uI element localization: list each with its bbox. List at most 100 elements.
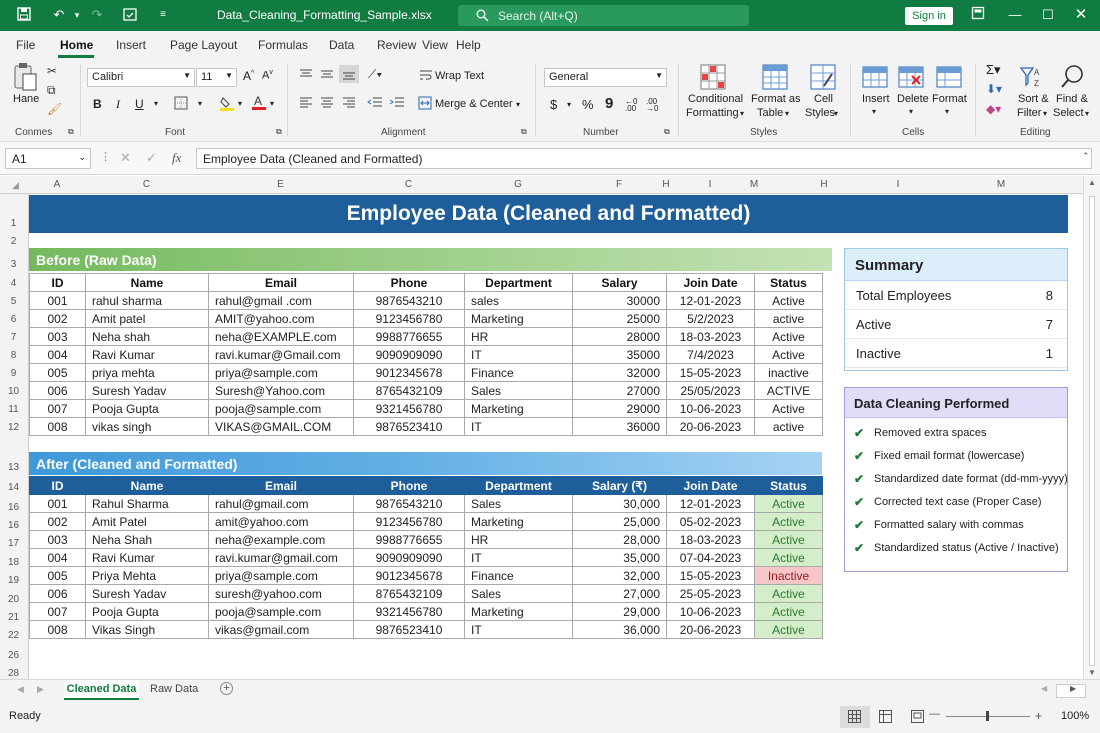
table-cell[interactable]: HR (464, 327, 573, 346)
increase-decimal-icon[interactable]: ←0.00 (625, 98, 637, 113)
formula-input[interactable]: Employee Data (Cleaned and Formatted) (196, 148, 1092, 169)
column-header[interactable]: I (872, 179, 924, 190)
vertical-scrollbar[interactable]: ▲ ▼ (1083, 176, 1100, 679)
table-cell[interactable]: pooja@sample.com (208, 399, 354, 418)
insert-cells-icon[interactable] (862, 64, 888, 90)
table-cell[interactable]: 27,000 (572, 584, 667, 603)
insert-function-icon[interactable]: fx (172, 150, 181, 166)
row-header[interactable]: 8 (0, 350, 27, 361)
save-icon[interactable] (16, 6, 34, 24)
alignment-launcher-icon[interactable]: ⧉ (521, 127, 527, 137)
find-select-icon[interactable] (1060, 64, 1084, 90)
row-header[interactable]: 2 (0, 236, 27, 247)
chevron-down-icon[interactable]: ▾ (154, 99, 158, 108)
table-cell[interactable]: IT (464, 620, 573, 639)
table-cell[interactable]: 25-05-2023 (666, 584, 755, 603)
table-cell[interactable]: Finance (464, 363, 573, 382)
table-cell[interactable]: 25,000 (572, 512, 667, 531)
table-cell[interactable]: Active (754, 399, 823, 418)
chevron-down-icon[interactable]: ▾ (198, 99, 202, 108)
table-cell[interactable]: 9876523410 (353, 620, 465, 639)
row-header[interactable]: 28 (0, 668, 27, 679)
table-cell[interactable]: neha@example.com (208, 530, 354, 549)
chevron-down-icon[interactable]: ▾ (238, 99, 242, 108)
table-cell[interactable]: 28000 (572, 327, 667, 346)
format-as-table-icon[interactable] (762, 64, 788, 90)
table-cell[interactable]: 8765432109 (353, 584, 465, 603)
table-cell[interactable]: 32,000 (572, 566, 667, 585)
column-header-cell[interactable]: Join Date (666, 273, 755, 292)
sign-in-button[interactable]: Sign in (905, 7, 953, 25)
status-cell[interactable]: Active (754, 494, 823, 513)
table-cell[interactable]: suresh@yahoo.com (208, 584, 354, 603)
table-cell[interactable]: 9012345678 (353, 566, 465, 585)
table-cell[interactable]: 006 (29, 381, 86, 400)
table-cell[interactable]: Rahul Sharma (85, 494, 209, 513)
row-header[interactable]: 3 (0, 259, 27, 270)
cell-styles-icon[interactable] (810, 64, 836, 90)
undo-icon[interactable]: ↶ (50, 6, 68, 24)
table-cell[interactable]: 004 (29, 345, 86, 364)
cancel-icon[interactable]: ✕ (120, 150, 131, 166)
maximize-icon[interactable]: ☐ (1039, 6, 1057, 24)
column-header[interactable]: C (85, 179, 208, 190)
table-cell[interactable]: 28,000 (572, 530, 667, 549)
table-cell[interactable]: rahul@gmail.com (208, 494, 354, 513)
zoom-level[interactable]: 100% (1061, 710, 1089, 722)
increase-font-icon[interactable]: A^ (243, 69, 254, 83)
decrease-decimal-icon[interactable]: .00 →0 (646, 98, 658, 113)
undo-dropdown-icon[interactable]: ▾ (68, 6, 86, 24)
column-header-cell[interactable]: Phone (353, 476, 465, 495)
table-cell[interactable]: 007 (29, 399, 86, 418)
sheet-tab-raw-data[interactable]: Raw Data (150, 683, 198, 695)
column-header[interactable]: E (208, 179, 353, 190)
cut-icon[interactable]: ✂ (47, 64, 57, 78)
table-cell[interactable]: 004 (29, 548, 86, 567)
table-cell[interactable]: 30,000 (572, 494, 667, 513)
font-size-select[interactable]: 11 ▼ (196, 68, 237, 87)
tab-formulas[interactable]: Formulas (258, 38, 308, 52)
table-cell[interactable]: Vikas Singh (85, 620, 209, 639)
after-section-header[interactable]: After (Cleaned and Formatted) (29, 452, 822, 475)
table-cell[interactable]: Ravi Kumar (85, 548, 209, 567)
chevron-down-icon[interactable]: ▾ (872, 107, 876, 116)
table-cell[interactable]: pooja@sample.com (208, 602, 354, 621)
normal-view-icon[interactable] (840, 706, 870, 728)
status-cell[interactable]: Active (754, 548, 823, 567)
chevron-down-icon[interactable]: ▾ (1043, 109, 1047, 118)
fill-color-icon[interactable] (219, 95, 235, 111)
table-cell[interactable]: amit@yahoo.com (208, 512, 354, 531)
tab-data[interactable]: Data (329, 38, 354, 52)
table-cell[interactable]: 12-01-2023 (666, 494, 755, 513)
table-cell[interactable]: active (754, 309, 823, 328)
sheet-title-banner[interactable]: Employee Data (Cleaned and Formatted) (29, 195, 1068, 233)
table-cell[interactable]: 36000 (572, 417, 667, 436)
tab-review[interactable]: Review (377, 38, 416, 52)
column-header[interactable]: G (464, 179, 572, 190)
align-right-icon[interactable] (342, 97, 356, 109)
table-cell[interactable]: 27000 (572, 381, 667, 400)
close-icon[interactable]: ✕ (1072, 6, 1090, 24)
column-header-cell[interactable]: Salary (572, 273, 667, 292)
row-header[interactable]: 11 (0, 404, 27, 415)
table-cell[interactable]: Pooja Gupta (85, 399, 209, 418)
table-cell[interactable]: 20-06-2023 (666, 620, 755, 639)
prev-sheet-icon[interactable]: ◀ (17, 684, 24, 695)
table-cell[interactable]: 8765432109 (353, 381, 465, 400)
percent-icon[interactable]: % (582, 97, 594, 112)
status-cell[interactable]: Active (754, 530, 823, 549)
column-header-cell[interactable]: Department (464, 476, 573, 495)
table-cell[interactable]: 001 (29, 494, 86, 513)
row-header[interactable]: 26 (0, 650, 27, 661)
table-cell[interactable]: HR (464, 530, 573, 549)
align-bottom-icon[interactable] (339, 65, 359, 83)
table-cell[interactable]: 9876543210 (353, 291, 465, 310)
number-format-select[interactable]: General ▼ (544, 68, 667, 87)
zoom-out-icon[interactable]: — (929, 708, 940, 720)
enter-icon[interactable]: ✓ (146, 150, 157, 166)
table-cell[interactable]: Active (754, 291, 823, 310)
table-cell[interactable]: 7/4/2023 (666, 345, 755, 364)
table-cell[interactable]: Sales (464, 584, 573, 603)
column-header-cell[interactable]: Join Date (666, 476, 755, 495)
table-cell[interactable]: 25000 (572, 309, 667, 328)
